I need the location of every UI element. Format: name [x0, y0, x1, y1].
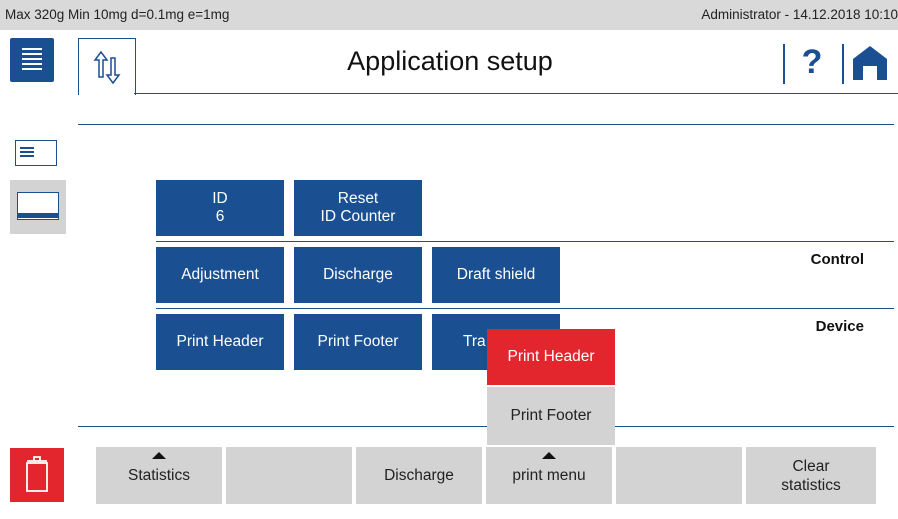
header-separator [842, 44, 844, 84]
help-icon[interactable]: ? [792, 42, 832, 82]
popup-print-header-label: Print Header [507, 348, 595, 365]
id-button-label: ID [212, 190, 228, 207]
content-top-divider [78, 124, 894, 125]
header-separator [783, 44, 785, 84]
user-datetime-text: Administrator - 14.12.2018 10:10 [701, 7, 898, 22]
up-down-arrows-icon [93, 50, 121, 85]
id-button[interactable]: ID 6 [156, 180, 284, 236]
trash-icon [26, 456, 48, 492]
device-section-label: Device [815, 318, 864, 335]
draft-shield-button[interactable]: Draft shield [432, 247, 560, 303]
print-header-button[interactable]: Print Header [156, 314, 284, 370]
print-menu-softkey[interactable]: print menu [486, 447, 614, 504]
panel-view-icon[interactable] [10, 180, 66, 234]
print-footer-button[interactable]: Print Footer [294, 314, 422, 370]
discharge-button-label: Discharge [323, 266, 393, 283]
home-icon[interactable] [850, 42, 890, 82]
control-section-label: Control [810, 251, 864, 268]
statistics-softkey[interactable]: Statistics [96, 447, 224, 504]
print-footer-button-label: Print Footer [317, 333, 399, 350]
statistics-softkey-label: Statistics [127, 467, 190, 484]
popup-print-footer-label: Print Footer [510, 407, 592, 424]
discharge-button[interactable]: Discharge [294, 247, 422, 303]
list-view-icon[interactable] [15, 140, 57, 166]
balance-spec-text: Max 320g Min 10mg d=0.1mg e=1mg [5, 7, 230, 22]
reset-button-line2: ID Counter [320, 208, 396, 225]
discharge-softkey-label: Discharge [384, 467, 454, 484]
device-section-divider [156, 308, 894, 309]
content-bottom-divider [78, 426, 894, 427]
control-section-divider [156, 241, 894, 242]
popup-print-header-item[interactable]: Print Header [487, 329, 615, 385]
menu-button[interactable] [10, 38, 54, 82]
menu-up-arrow-icon [542, 452, 556, 459]
popup-print-footer-item[interactable]: Print Footer [487, 387, 615, 445]
adjustment-button[interactable]: Adjustment [156, 247, 284, 303]
empty-softkey-2[interactable] [226, 447, 354, 504]
reset-button-line1: Reset [337, 190, 379, 207]
adjustment-button-label: Adjustment [181, 266, 259, 283]
menu-up-arrow-icon [152, 452, 166, 459]
page-title: Application setup [347, 46, 553, 76]
clear-statistics-softkey[interactable]: Clear statistics [746, 447, 876, 504]
delete-button[interactable] [10, 448, 64, 502]
empty-softkey-5[interactable] [616, 447, 744, 504]
app-switch-tab[interactable] [78, 38, 136, 95]
draft-shield-button-label: Draft shield [456, 266, 536, 283]
clear-statistics-softkey-label: Clear statistics [781, 457, 841, 494]
transfer-button-label: Tra [463, 333, 486, 350]
reset-id-counter-button[interactable]: Reset ID Counter [294, 180, 422, 236]
print-menu-softkey-label: print menu [512, 467, 586, 484]
print-header-button-label: Print Header [176, 333, 264, 350]
header-divider [134, 93, 898, 94]
id-button-value: 6 [215, 208, 225, 225]
status-bar: Max 320g Min 10mg d=0.1mg e=1mg Administ… [0, 0, 898, 30]
discharge-softkey[interactable]: Discharge [356, 447, 484, 504]
